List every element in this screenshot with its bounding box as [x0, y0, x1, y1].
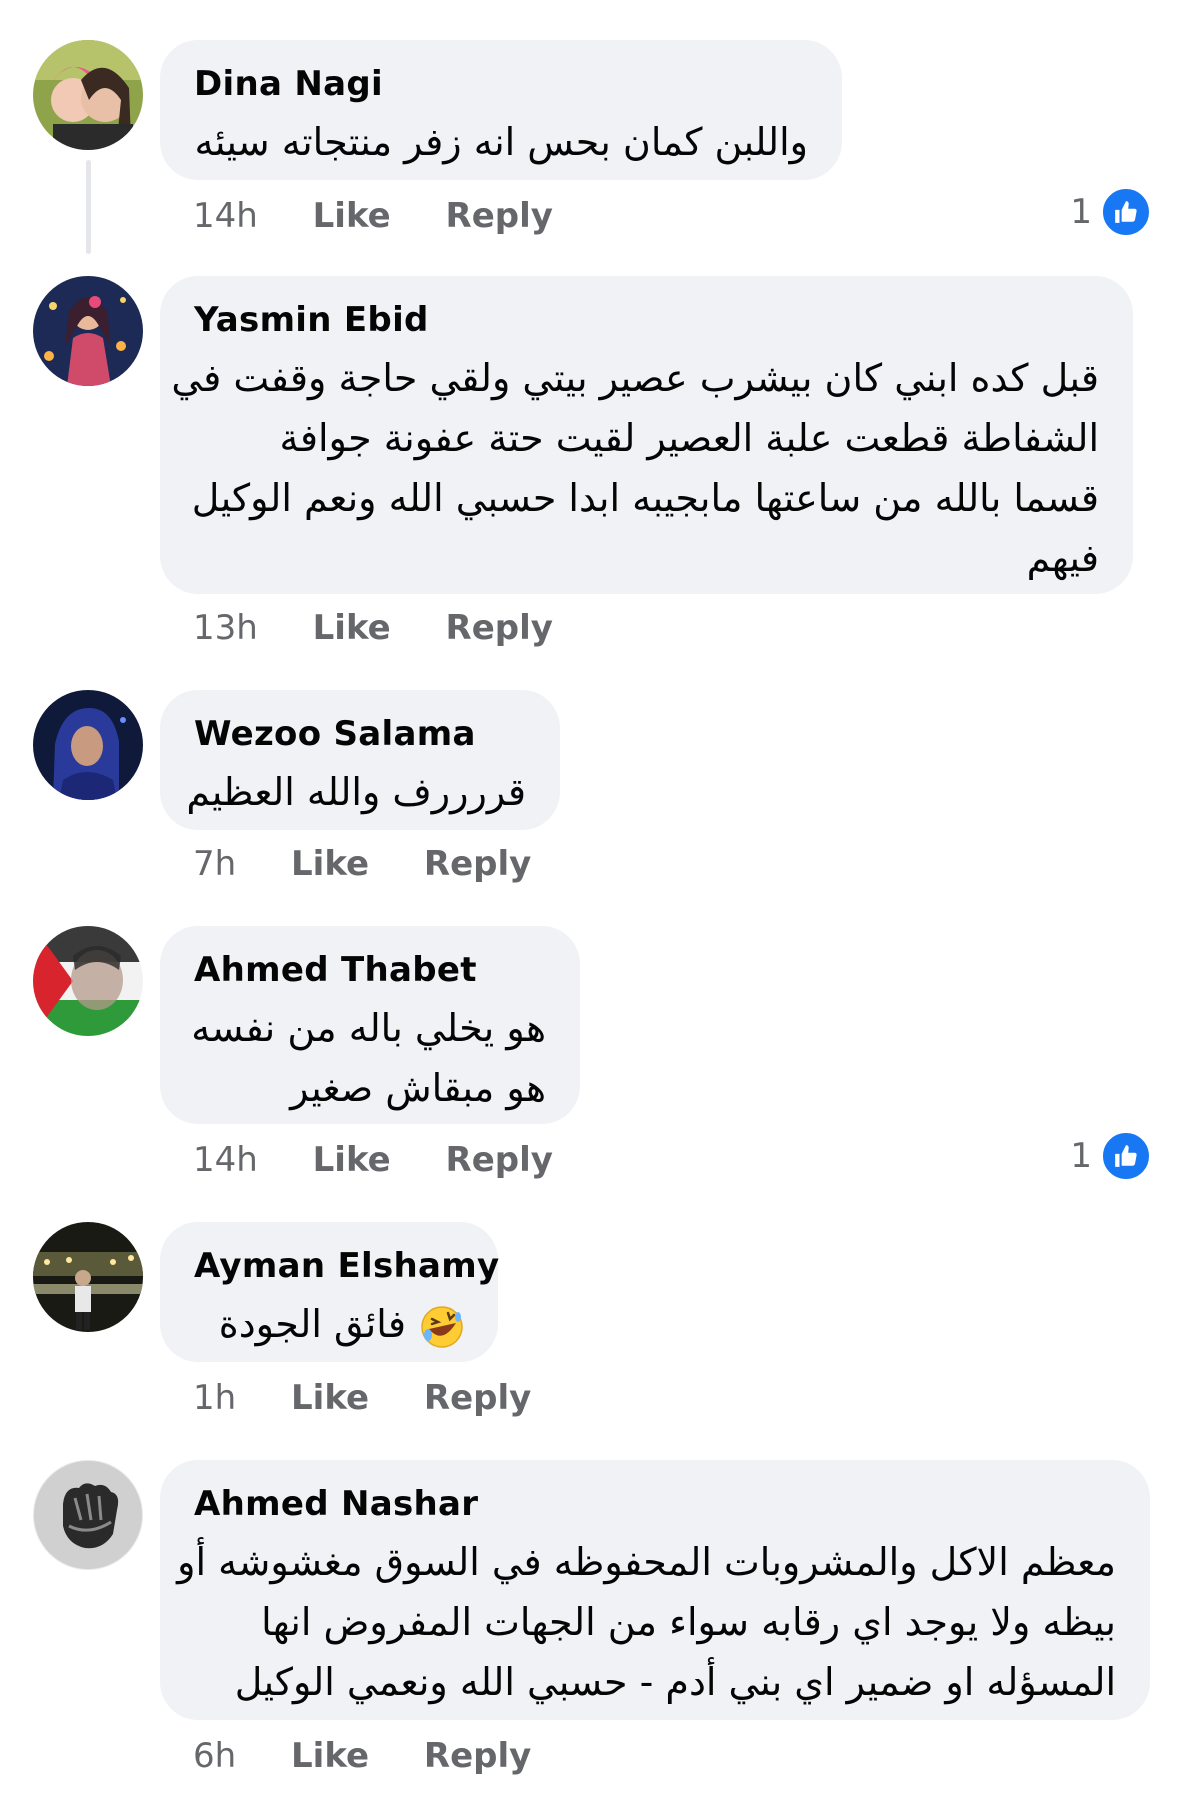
comment-text-line: بيظه ولا يوجد اي رقابه سواء من الجهات ال…: [261, 1600, 1116, 1644]
reply-button[interactable]: Reply: [424, 1736, 531, 1776]
comment-text-line: هو يخلي باله من نفسه: [191, 1006, 546, 1050]
comment-bubble: Yasmin Ebid قبل كده ابني كان بيشرب عصير …: [160, 276, 1133, 594]
commenter-name[interactable]: Wezoo Salama: [194, 712, 526, 756]
comment-text-line: فائق الجودة: [218, 1302, 406, 1346]
comment-text-line: المسؤله او ضمير اي بني أدم - حسبي الله و…: [234, 1660, 1116, 1704]
comment-time[interactable]: 7h: [193, 844, 236, 884]
comment-actions: 14h Like Reply: [193, 196, 597, 236]
comment-text-line: فيهم: [1026, 536, 1099, 580]
avatar[interactable]: [33, 690, 143, 800]
comment-text-line: هو مبقاش صغير: [290, 1066, 546, 1110]
avatar[interactable]: [33, 1460, 143, 1570]
reaction-count: 1: [1070, 192, 1092, 232]
comment-time[interactable]: 6h: [193, 1736, 236, 1776]
rolling-on-floor-laughing-emoji: [420, 1305, 464, 1349]
comment-time[interactable]: 1h: [193, 1378, 236, 1418]
like-button[interactable]: Like: [291, 844, 369, 884]
comment-time[interactable]: 14h: [193, 1140, 258, 1180]
reaction-summary[interactable]: 1: [1070, 1130, 1152, 1182]
comment-actions: 7h Like Reply: [193, 844, 575, 884]
reply-button[interactable]: Reply: [446, 1140, 553, 1180]
comment-text-line: واللبن كمان بحس انه زفر منتجاته سيئه: [194, 120, 808, 164]
comment-bubble: Ayman Elshamy فائق الجودة: [160, 1222, 499, 1362]
comment-time[interactable]: 14h: [193, 196, 258, 236]
avatar[interactable]: [33, 276, 143, 386]
commenter-name[interactable]: Ahmed Thabet: [194, 948, 546, 992]
like-button[interactable]: Like: [313, 608, 391, 648]
comment-text-line: الشفاطة قطعت علبة العصير لقيت حتة عفونة …: [279, 416, 1099, 460]
comment-text-line: قسما بالله من ساعتها مابجيبه ابدا حسبي ا…: [191, 476, 1099, 520]
reply-thread-line: [86, 160, 91, 254]
thumbs-up-icon: [1100, 1130, 1152, 1182]
comment-actions: 13h Like Reply: [193, 608, 597, 648]
comment-bubble: Ahmed Nashar معظم الاكل والمشروبات المحف…: [160, 1460, 1150, 1720]
comment-text: فائق الجودة: [194, 1294, 464, 1354]
comment-bubble: Dina Nagi واللبن كمان بحس انه زفر منتجات…: [160, 40, 842, 180]
reaction-count: 1: [1070, 1136, 1092, 1176]
comment-time[interactable]: 13h: [193, 608, 258, 648]
comment-text-line: قررررف والله العظيم: [186, 770, 526, 814]
avatar[interactable]: [33, 926, 143, 1036]
commenter-name[interactable]: Ayman Elshamy: [194, 1244, 499, 1288]
like-button[interactable]: Like: [313, 1140, 391, 1180]
reply-button[interactable]: Reply: [446, 608, 553, 648]
comment-bubble: Ahmed Thabet هو يخلي باله من نفسه هو مبق…: [160, 926, 580, 1124]
like-button[interactable]: Like: [291, 1736, 369, 1776]
thumbs-up-icon: [1100, 186, 1152, 238]
comment-actions: 6h Like Reply: [193, 1736, 575, 1776]
comment-text-line: قبل كده ابني كان بيشرب عصير بيتي ولقي حا…: [171, 356, 1099, 400]
comment-actions: 14h Like Reply: [193, 1140, 597, 1180]
comment-bubble: Wezoo Salama قررررف والله العظيم: [160, 690, 560, 830]
reply-button[interactable]: Reply: [424, 844, 531, 884]
commenter-name[interactable]: Ahmed Nashar: [194, 1482, 1116, 1526]
like-button[interactable]: Like: [313, 196, 391, 236]
comment-actions: 1h Like Reply: [193, 1378, 575, 1418]
comment-text-line: معظم الاكل والمشروبات المحفوظه في السوق …: [177, 1540, 1116, 1584]
avatar[interactable]: [33, 40, 143, 150]
commenter-name[interactable]: Dina Nagi: [194, 62, 808, 106]
reaction-summary[interactable]: 1: [1070, 186, 1152, 238]
avatar[interactable]: [33, 1222, 143, 1332]
reply-button[interactable]: Reply: [424, 1378, 531, 1418]
like-button[interactable]: Like: [291, 1378, 369, 1418]
reply-button[interactable]: Reply: [446, 196, 553, 236]
commenter-name[interactable]: Yasmin Ebid: [194, 298, 1099, 342]
